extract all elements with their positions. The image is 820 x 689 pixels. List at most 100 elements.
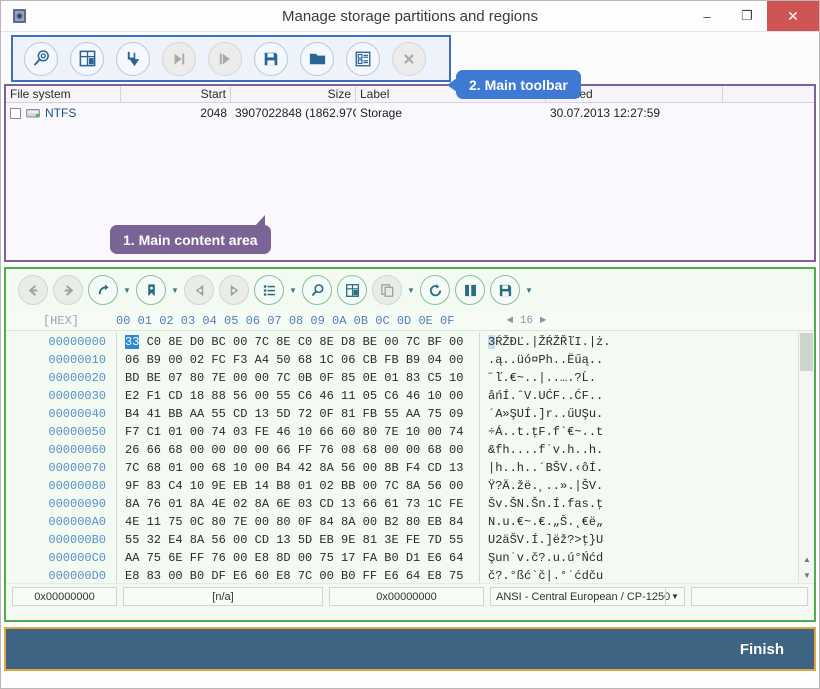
hex-row-bytes[interactable]: B4 41 BB AA 55 CD 13 5D 72 0F 81 FB 55 A… xyxy=(116,405,479,423)
goto-offset-dropdown-caret[interactable]: ▼ xyxy=(121,275,133,305)
open-folder-icon xyxy=(300,42,334,76)
finish-button[interactable]: Finish xyxy=(740,641,784,658)
copy-dropdown-caret[interactable]: ▼ xyxy=(405,275,417,305)
callout-main-content-label: 1. Main content area xyxy=(123,232,258,248)
hex-row[interactable]: 0000001006 B9 00 02 FC F3 A4 50 68 1C 06… xyxy=(6,351,814,369)
hex-row-offset: 000000C0 xyxy=(6,549,116,567)
hex-row-bytes[interactable]: 26 66 68 00 00 00 00 66 FF 76 08 68 00 0… xyxy=(116,441,479,459)
hex-row[interactable]: 000000A04E 11 75 0C 80 7E 00 80 0F 84 8A… xyxy=(6,513,814,531)
prev-bookmark-icon xyxy=(184,275,214,305)
minimize-button[interactable]: – xyxy=(687,1,727,31)
hex-row-ascii[interactable]: 3ŔŽĐĽ.|ŽŔŽŘľI.|ż. xyxy=(479,333,610,351)
close-button[interactable]: ✕ xyxy=(767,1,819,31)
chevron-down-icon[interactable]: ▼ xyxy=(665,588,684,605)
bookmark-dropdown-caret[interactable]: ▼ xyxy=(169,275,181,305)
hex-row-ascii[interactable]: U2äŠV.Í.]ëž?>ţ}U xyxy=(479,531,603,549)
ascii-selected-char[interactable]: 3 xyxy=(488,335,495,349)
forward-arrow-icon-button xyxy=(51,273,85,307)
hex-row-ascii[interactable]: &fh....f˙v.h..h. xyxy=(479,441,603,459)
maximize-button[interactable]: ❐ xyxy=(727,1,767,31)
hex-row-bytes[interactable]: 4E 11 75 0C 80 7E 00 80 0F 84 8A 00 B2 8… xyxy=(116,513,479,531)
hex-body[interactable]: 0000000033 C0 8E D0 BC 00 7C 8E C0 8E D8… xyxy=(6,331,814,583)
row-checkbox[interactable] xyxy=(10,108,21,119)
copy-icon-button xyxy=(370,273,404,307)
table-row[interactable]: NTFS 2048 3907022848 (1862.97GB) Storage… xyxy=(6,103,814,123)
hex-row-bytes[interactable]: 7C 68 01 00 68 10 00 B4 42 8A 56 00 8B F… xyxy=(116,459,479,477)
hex-extra-field[interactable] xyxy=(691,587,808,606)
hex-row-ascii[interactable]: Şun˙v.č?.u.ú°Ńćd xyxy=(479,549,603,567)
hex-selected-byte[interactable]: 33 xyxy=(125,335,139,349)
hex-row-ascii[interactable]: âńÍ.ˆV.UĆF..ĆF.. xyxy=(479,387,603,405)
find-icon-button[interactable] xyxy=(300,273,334,307)
hex-row-bytes[interactable]: E2 F1 CD 18 88 56 00 55 C6 46 11 05 C6 4… xyxy=(116,387,479,405)
bookmark-icon-button[interactable] xyxy=(134,273,168,307)
hex-row-bytes[interactable]: 9F 83 C4 10 9E EB 14 B8 01 02 BB 00 7C 8… xyxy=(116,477,479,495)
copy-icon xyxy=(372,275,402,305)
grid-table-icon-button-hex[interactable] xyxy=(335,273,369,307)
column-header-extra[interactable] xyxy=(723,86,814,102)
grid-table-icon-button[interactable] xyxy=(65,39,109,79)
hex-row-ascii[interactable]: č?.°ßć`č|.°˙ćdču xyxy=(479,567,603,583)
hex-scroll-thumb[interactable] xyxy=(800,333,813,371)
hex-row-ascii[interactable]: Ÿ?Ä.žë.¸..».|ŠV. xyxy=(479,477,603,495)
hex-row[interactable]: 000000809F 83 C4 10 9E EB 14 B8 01 02 BB… xyxy=(6,477,814,495)
hex-row-offset: 00000070 xyxy=(6,459,116,477)
hex-row-bytes[interactable]: 33 C0 8E D0 BC 00 7C 8E C0 8E D8 BE 00 7… xyxy=(116,333,479,351)
open-folder-icon-button[interactable] xyxy=(295,39,339,79)
column-header-file-system[interactable]: File system xyxy=(6,86,121,102)
hex-row[interactable]: 0000000033 C0 8E D0 BC 00 7C 8E C0 8E D8… xyxy=(6,333,814,351)
properties-list-icon-button[interactable] xyxy=(341,39,385,79)
hex-row-bytes[interactable]: 55 32 E4 8A 56 00 CD 13 5D EB 9E 81 3E F… xyxy=(116,531,479,549)
hex-rows[interactable]: 0000000033 C0 8E D0 BC 00 7C 8E C0 8E D8… xyxy=(6,331,814,583)
hex-row-ascii[interactable]: ÷Á..t.ţF.f`€~..t xyxy=(479,423,603,441)
hex-size-field[interactable]: 0x00000000 xyxy=(329,587,484,606)
hex-encoding-select[interactable]: ANSI - Central European / CP-1250 ▼ xyxy=(490,587,685,606)
hex-bytes-next-arrow[interactable]: ► xyxy=(540,315,547,327)
arrow-down-hook-icon-button[interactable] xyxy=(111,39,155,79)
hex-row[interactable]: 000000B055 32 E4 8A 56 00 CD 13 5D EB 9E… xyxy=(6,531,814,549)
refresh-icon-button[interactable] xyxy=(418,273,452,307)
hex-offset-field[interactable]: 0x00000000 xyxy=(12,587,117,606)
save-disk-icon-button-hex[interactable] xyxy=(488,273,522,307)
hex-scroll-down-arrow[interactable]: ▼ xyxy=(799,567,814,583)
hex-row[interactable]: 000000707C 68 01 00 68 10 00 B4 42 8A 56… xyxy=(6,459,814,477)
hex-bytes-prev-arrow[interactable]: ◄ xyxy=(507,315,514,327)
templates-list-icon-button[interactable] xyxy=(252,273,286,307)
hex-scroll-up-arrow[interactable]: ▲ xyxy=(799,551,814,567)
save-dropdown-caret[interactable]: ▼ xyxy=(523,275,535,305)
hex-row-bytes[interactable]: BD BE 07 80 7E 00 00 7C 0B 0F 85 0E 01 8… xyxy=(116,369,479,387)
callout-main-toolbar: 2. Main toolbar xyxy=(456,70,581,99)
hex-row[interactable]: 000000908A 76 01 8A 4E 02 8A 6E 03 CD 13… xyxy=(6,495,814,513)
hex-row-offset: 00000090 xyxy=(6,495,116,513)
hex-row-bytes[interactable]: 8A 76 01 8A 4E 02 8A 6E 03 CD 13 66 61 7… xyxy=(116,495,479,513)
hex-row-offset: 000000D0 xyxy=(6,567,116,583)
cell-file-system[interactable]: NTFS xyxy=(6,106,121,120)
hex-row[interactable]: 00000030E2 F1 CD 18 88 56 00 55 C6 46 11… xyxy=(6,387,814,405)
hex-row-ascii[interactable]: .ą..üó¤Ph..Ëűą.. xyxy=(479,351,603,369)
hex-row[interactable]: 0000006026 66 68 00 00 00 00 66 FF 76 08… xyxy=(6,441,814,459)
hex-row-ascii[interactable]: ´A»ŞUÍ.]r..űUŞu. xyxy=(479,405,603,423)
goto-offset-icon-button[interactable] xyxy=(86,273,120,307)
search-icon-button[interactable] xyxy=(19,39,63,79)
column-header-start[interactable]: Start xyxy=(121,86,231,102)
hex-row-ascii[interactable]: |h..h..´BŠV.‹ôÍ. xyxy=(479,459,603,477)
hex-row-bytes[interactable]: F7 C1 01 00 74 03 FE 46 10 66 60 80 7E 1… xyxy=(116,423,479,441)
hex-row[interactable]: 00000020BD BE 07 80 7E 00 00 7C 0B 0F 85… xyxy=(6,369,814,387)
hex-row[interactable]: 00000050F7 C1 01 00 74 03 FE 46 10 66 60… xyxy=(6,423,814,441)
hex-row[interactable]: 000000D0E8 83 00 B0 DF E6 60 E8 7C 00 B0… xyxy=(6,567,814,583)
hex-row-bytes[interactable]: E8 83 00 B0 DF E6 60 E8 7C 00 B0 FF E6 6… xyxy=(116,567,479,583)
hex-vertical-scrollbar[interactable]: ▲ ▼ xyxy=(798,331,814,583)
hex-row-ascii[interactable]: ˝ľ.€~..|..….?Ĺ. xyxy=(479,369,596,387)
hex-value-field[interactable]: [n/a] xyxy=(123,587,323,606)
hex-row-ascii[interactable]: Šv.ŠN.Šn.Í.fas.ţ xyxy=(479,495,603,513)
hex-row-ascii[interactable]: N.u.€~.€.„Š.˛€ë„ xyxy=(479,513,603,531)
hex-bytes-per-row-nav[interactable]: ◄ 16 ► xyxy=(479,315,574,327)
column-header-size[interactable]: Size xyxy=(231,86,356,102)
hex-row[interactable]: 00000040B4 41 BB AA 55 CD 13 5D 72 0F 81… xyxy=(6,405,814,423)
hex-row-bytes[interactable]: AA 75 6E FF 76 00 E8 8D 00 75 17 FA B0 D… xyxy=(116,549,479,567)
templates-dropdown-caret[interactable]: ▼ xyxy=(287,275,299,305)
save-disk-icon-button[interactable] xyxy=(249,39,293,79)
hex-row[interactable]: 000000C0AA 75 6E FF 76 00 E8 8D 00 75 17… xyxy=(6,549,814,567)
hex-row-bytes[interactable]: 06 B9 00 02 FC F3 A4 50 68 1C 06 CB FB B… xyxy=(116,351,479,369)
split-view-icon-button[interactable] xyxy=(453,273,487,307)
